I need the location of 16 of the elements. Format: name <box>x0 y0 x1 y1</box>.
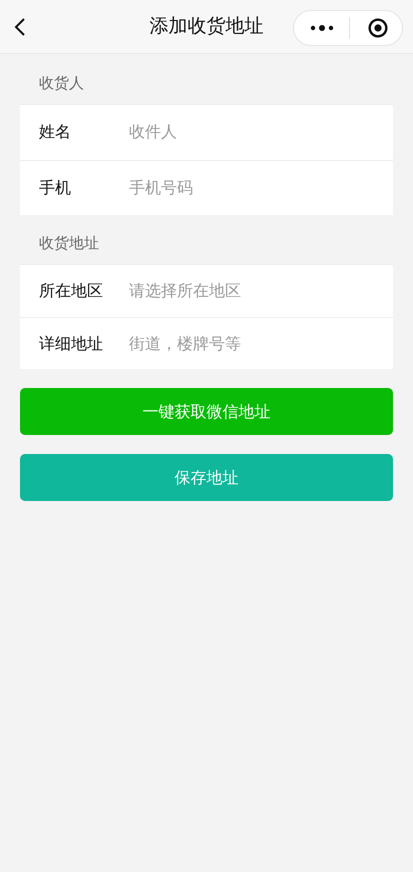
save-button[interactable]: 保存地址 <box>20 454 393 501</box>
wechat-address-button[interactable]: 一键获取微信地址 <box>20 388 393 435</box>
section-title: 收货地址 <box>39 234 99 252</box>
page-title: 添加收货地址 <box>148 14 264 40</box>
input-field[interactable]: 收件人 <box>129 120 374 144</box>
input-field[interactable]: 街道，楼牌号等 <box>129 332 374 356</box>
section-title: 收货人 <box>39 74 84 92</box>
field-label: 姓名 <box>39 121 72 143</box>
back-icon[interactable] <box>14 17 26 37</box>
field-label: 所在地区 <box>39 280 104 302</box>
target-icon[interactable] <box>368 18 388 38</box>
field-label: 手机 <box>39 176 72 198</box>
more-icon[interactable] <box>310 24 334 32</box>
input-field[interactable]: 请选择所在地区 <box>129 279 374 303</box>
field-label: 详细地址 <box>39 332 104 354</box>
input-field[interactable]: 手机号码 <box>129 176 374 200</box>
